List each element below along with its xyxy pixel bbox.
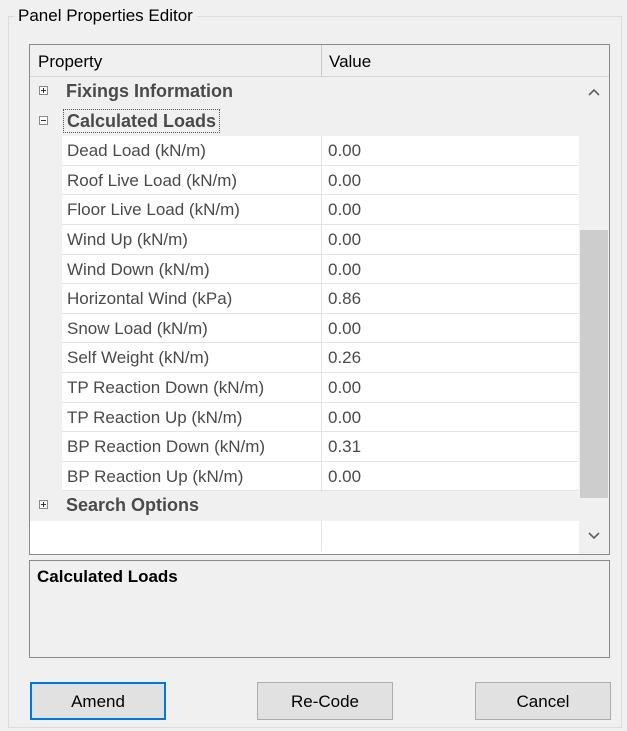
property-name[interactable]: TP Reaction Up (kN/m) — [62, 403, 321, 433]
property-row-floor-live-load[interactable]: Floor Live Load (kN/m) 0.00 — [30, 195, 579, 225]
description-panel: Calculated Loads — [29, 560, 610, 658]
row-gutter — [30, 165, 62, 196]
grid-header: Property Value — [30, 45, 609, 77]
chevron-down-icon[interactable] — [588, 529, 600, 541]
property-value[interactable]: 0.00 — [321, 313, 579, 344]
plus-box-icon[interactable] — [39, 500, 48, 510]
property-name[interactable]: Roof Live Load (kN/m) — [62, 166, 321, 196]
property-name[interactable]: Dead Load (kN/m) — [62, 136, 321, 166]
property-row-dead-load[interactable]: Dead Load (kN/m) 0.00 — [30, 136, 579, 166]
category-row-fixings-information[interactable]: Fixings Information — [30, 77, 579, 107]
row-gutter — [30, 343, 62, 373]
property-name[interactable]: BP Reaction Down (kN/m) — [62, 432, 321, 462]
cancel-button[interactable]: Cancel — [475, 682, 611, 720]
category-label[interactable]: Fixings Information — [63, 79, 236, 103]
row-gutter — [30, 136, 62, 166]
property-value[interactable]: 0.00 — [321, 461, 579, 492]
property-value[interactable]: 0.00 — [321, 165, 579, 196]
property-value[interactable]: 0.00 — [321, 402, 579, 433]
property-name[interactable]: Self Weight (kN/m) — [62, 343, 321, 373]
property-row-bp-reaction-up[interactable]: BP Reaction Up (kN/m) 0.00 — [30, 461, 579, 492]
property-row-snow-load[interactable]: Snow Load (kN/m) 0.00 — [30, 313, 579, 344]
row-gutter — [30, 254, 62, 285]
category-label[interactable]: Search Options — [63, 493, 202, 517]
column-header-property[interactable]: Property — [38, 45, 102, 76]
property-row-roof-live-load[interactable]: Roof Live Load (kN/m) 0.00 — [30, 165, 579, 196]
minus-box-icon[interactable] — [39, 115, 48, 125]
row-gutter — [30, 195, 62, 225]
property-row-wind-down[interactable]: Wind Down (kN/m) 0.00 — [30, 254, 579, 285]
property-row-tp-reaction-up[interactable]: TP Reaction Up (kN/m) 0.00 — [30, 402, 579, 433]
category-row-calculated-loads[interactable]: Calculated Loads — [30, 106, 579, 137]
plus-box-icon[interactable] — [39, 86, 48, 95]
property-value[interactable]: 0.00 — [321, 372, 579, 403]
property-value[interactable]: 0.86 — [321, 284, 579, 314]
property-name[interactable]: Horizontal Wind (kPa) — [62, 284, 321, 314]
column-divider[interactable] — [321, 45, 322, 76]
property-value[interactable]: 0.26 — [321, 343, 579, 373]
property-name[interactable]: TP Reaction Down (kN/m) — [62, 373, 321, 403]
property-value[interactable]: 0.00 — [321, 254, 579, 285]
property-grid[interactable]: Property Value Fixings Information Calcu… — [29, 44, 610, 555]
property-value[interactable]: 0.00 — [321, 224, 579, 255]
category-row-search-options[interactable]: Search Options — [30, 491, 579, 521]
property-row-bp-reaction-down[interactable]: BP Reaction Down (kN/m) 0.31 — [30, 432, 579, 462]
category-label[interactable]: Calculated Loads — [63, 108, 221, 133]
property-name[interactable]: BP Reaction Up (kN/m) — [62, 462, 321, 492]
property-name[interactable]: Snow Load (kN/m) — [62, 314, 321, 344]
property-value[interactable]: 0.31 — [321, 432, 579, 462]
column-divider — [321, 520, 322, 551]
property-name[interactable]: Wind Up (kN/m) — [62, 225, 321, 255]
row-gutter — [30, 402, 62, 433]
amend-button[interactable]: Amend — [30, 682, 166, 720]
grid-rows: Fixings Information Calculated Loads Dea… — [30, 77, 579, 551]
property-row-horizontal-wind[interactable]: Horizontal Wind (kPa) 0.86 — [30, 284, 579, 314]
vertical-scrollbar[interactable] — [579, 77, 609, 554]
recode-button[interactable]: Re-Code — [257, 682, 393, 720]
row-gutter — [30, 284, 62, 314]
property-row-tp-reaction-down[interactable]: TP Reaction Down (kN/m) 0.00 — [30, 372, 579, 403]
row-gutter — [30, 224, 62, 255]
property-name[interactable]: Floor Live Load (kN/m) — [62, 195, 321, 225]
empty-row — [30, 520, 579, 551]
row-gutter — [30, 432, 62, 462]
description-title: Calculated Loads — [37, 567, 178, 586]
property-row-wind-up[interactable]: Wind Up (kN/m) 0.00 — [30, 224, 579, 255]
column-header-value[interactable]: Value — [329, 45, 371, 76]
property-name[interactable]: Wind Down (kN/m) — [62, 255, 321, 285]
chevron-up-icon[interactable] — [588, 87, 600, 99]
row-gutter — [30, 461, 62, 492]
property-row-self-weight[interactable]: Self Weight (kN/m) 0.26 — [30, 343, 579, 373]
property-value[interactable]: 0.00 — [321, 136, 579, 166]
property-value[interactable]: 0.00 — [321, 195, 579, 225]
scrollbar-thumb[interactable] — [580, 230, 608, 498]
row-gutter — [30, 313, 62, 344]
group-title: Panel Properties Editor — [14, 6, 197, 26]
row-gutter — [30, 372, 62, 403]
